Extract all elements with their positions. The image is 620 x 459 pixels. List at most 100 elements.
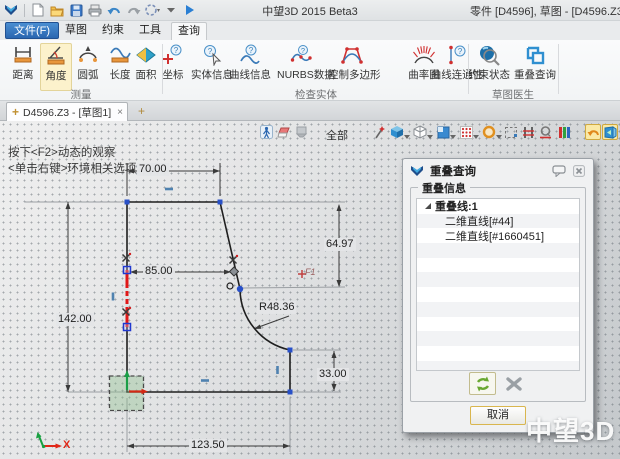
dimension-bottom[interactable]: 123.50 (189, 439, 227, 452)
ribbon-button-coordinate[interactable]: ? 坐标 (156, 43, 190, 91)
point-grid-icon[interactable] (458, 124, 474, 140)
area-icon (135, 44, 157, 66)
constraint-status-icon (478, 44, 500, 66)
ribbon-button-nurbs-data[interactable]: ? NURBS数据 (277, 43, 325, 91)
document-tab-bar: + D4596.Z3 - [草图1] × + (0, 101, 620, 121)
dropdown-caret[interactable] (473, 135, 479, 139)
dimension-right-lower[interactable]: 33.00 (317, 368, 349, 381)
ribbon-button-constraint-status[interactable]: 约束状态 (467, 43, 511, 91)
comment-bubble-icon[interactable] (552, 165, 566, 177)
overlap-inquire-icon (524, 44, 546, 66)
tree-item-line-1660451[interactable]: 二维直线[#1660451] (417, 228, 579, 243)
print-icon[interactable] (87, 2, 103, 18)
ribbon-button-curve-info[interactable]: ? 曲线信息 (228, 43, 272, 91)
play-icon[interactable] (182, 2, 198, 18)
x-axis-label: X (63, 439, 70, 451)
expander-icon[interactable] (425, 203, 431, 209)
ribbon-button-arc[interactable]: 圆弧 (72, 43, 104, 91)
undo-display-icon[interactable] (585, 124, 601, 140)
dimension-left[interactable]: 142.00 (56, 313, 94, 326)
dimension-top[interactable]: 70.00 (137, 163, 169, 176)
refresh-button[interactable] (469, 372, 496, 395)
dropdown-caret[interactable] (427, 135, 433, 139)
tree-empty-row (417, 272, 579, 287)
zw-logo-icon (410, 164, 424, 178)
hatch-q-icon[interactable] (537, 124, 553, 140)
wireframe-display-icon[interactable] (412, 124, 428, 140)
magic-wand-icon[interactable] (371, 124, 387, 140)
dropdown-caret[interactable] (404, 135, 410, 139)
ribbon: 距离 角度 圆弧 长度 面积 ? 坐标 ? 实体信息 ? 曲线 (0, 40, 620, 101)
file-menu-button[interactable]: 文件(F) (5, 22, 59, 39)
tab-inquire[interactable]: 查询 (171, 22, 207, 40)
distance-icon (12, 44, 34, 66)
new-tab-button[interactable]: + (138, 104, 145, 118)
ribbon-button-control-polygon[interactable]: 控制多边形 (328, 43, 376, 91)
document-title: 零件 [D4596], 草图 - [D4596.Z3 (470, 3, 620, 19)
ribbon-button-overlap-inquire[interactable]: 重叠查询 (513, 43, 557, 91)
open-folder-icon[interactable] (49, 2, 65, 18)
filter-icon[interactable] (293, 124, 309, 140)
tree-item-overlap-line[interactable]: 重叠线:1 (417, 199, 579, 214)
document-tab[interactable]: + D4596.Z3 - [草图1] × (6, 102, 128, 121)
filter-all-label[interactable]: 全部 (326, 127, 348, 143)
overlap-tree[interactable]: 重叠线:1 二维直线[#44] 二维直线[#1660451] (416, 198, 580, 371)
app-logo-icon[interactable] (3, 2, 19, 18)
dialog-title: 重叠查询 (430, 163, 546, 179)
tab-sketch[interactable]: 草图 (60, 22, 92, 40)
curve-connectivity-icon: ? (446, 44, 468, 66)
dimension-radius[interactable]: R48.36 (257, 301, 296, 314)
ribbon-group-measure: 测量 (61, 87, 101, 102)
tree-item-line-44[interactable]: 二维直线[#44] (417, 214, 579, 229)
nurbs-data-icon: ? (290, 44, 312, 66)
svg-text:?: ? (458, 47, 463, 56)
document-tab-label: D4596.Z3 - [草图1] (23, 105, 111, 120)
menu-row: 文件(F) 草图 约束 工具 查询 (0, 21, 620, 40)
close-icon[interactable] (572, 165, 586, 177)
redo-icon[interactable] (125, 2, 141, 18)
tab-constraint[interactable]: 约束 (97, 22, 129, 40)
save-icon[interactable] (68, 2, 84, 18)
new-file-icon[interactable] (30, 2, 46, 18)
dropdown-caret[interactable] (450, 135, 456, 139)
undo-icon[interactable] (106, 2, 122, 18)
curve-info-icon: ? (239, 44, 261, 66)
length-icon (109, 44, 131, 66)
view-window-icon[interactable] (435, 124, 451, 140)
qat-dropdown-icon[interactable] (163, 2, 179, 18)
ribbon-separator (558, 44, 559, 94)
delete-x-button[interactable] (500, 372, 527, 395)
cancel-button[interactable]: 取消 (470, 406, 526, 425)
pan-figure-icon[interactable] (258, 124, 274, 140)
close-tab-icon[interactable]: × (117, 107, 123, 118)
eraser-icon[interactable] (276, 124, 292, 140)
ribbon-group-inspect: 检查实体 (286, 87, 346, 102)
dropdown-caret[interactable] (496, 135, 502, 139)
overlap-info-groupbox: 重叠信息 重叠线:1 二维直线[#44] 二维直线[#1660451] (410, 187, 586, 402)
color-bars-icon[interactable] (556, 124, 572, 140)
coordinate-icon: ? (162, 44, 184, 66)
dimension-right-upper[interactable]: 64.97 (324, 238, 356, 251)
hint-line-1: 按下<F2>动态的观察 (8, 144, 115, 160)
tree-empty-row (417, 317, 579, 332)
ring-icon[interactable] (481, 124, 497, 140)
entity-info-icon: ? (201, 44, 223, 66)
session-icon: + (12, 107, 19, 117)
shaded-display-icon[interactable] (389, 124, 405, 140)
selection-cycle-icon[interactable] (144, 2, 160, 18)
ribbon-button-angle[interactable]: 角度 (40, 43, 72, 91)
watermark: 中望3D (526, 411, 615, 448)
svg-text:?: ? (301, 46, 305, 55)
dimension-middle[interactable]: 85.00 (143, 265, 175, 278)
ribbon-group-sketch-doctor: 草图医生 (483, 87, 543, 102)
hatch-h-icon[interactable] (520, 124, 536, 140)
svg-text:?: ? (174, 46, 179, 55)
tab-tools[interactable]: 工具 (134, 22, 166, 40)
ribbon-button-distance[interactable]: 距离 (6, 43, 40, 91)
tree-empty-row (417, 361, 579, 371)
select-box-icon[interactable] (503, 124, 519, 140)
panel-toggle-icon[interactable] (602, 124, 618, 140)
svg-text:?: ? (249, 46, 254, 55)
quick-access-toolbar (3, 2, 198, 18)
arc-icon (77, 44, 99, 66)
